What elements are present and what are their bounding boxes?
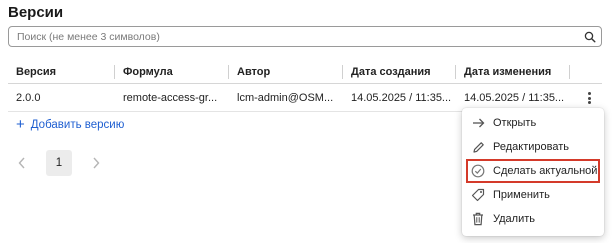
column-header-version[interactable]: Версия [8, 60, 56, 84]
column-divider[interactable] [569, 65, 570, 79]
menu-item-make-current-label: Сделать актуальной [493, 165, 598, 177]
pencil-icon [471, 140, 485, 154]
pagination: 1 [10, 150, 108, 176]
tag-icon [471, 188, 485, 202]
check-circle-icon [471, 164, 485, 178]
menu-item-apply-label: Применить [493, 189, 550, 201]
add-version-button[interactable]: + Добавить версию [16, 117, 124, 132]
trash-icon [471, 212, 485, 226]
cell-author: lcm-admin@OSM... [237, 92, 334, 104]
menu-item-delete[interactable]: Удалить [462, 207, 604, 231]
chevron-left-icon[interactable] [10, 150, 34, 176]
row-context-menu: Открыть Редактировать Сделать актуальной… [462, 108, 604, 236]
column-header-created[interactable]: Дата создания [343, 60, 431, 84]
search-icon[interactable] [579, 27, 601, 46]
menu-item-apply[interactable]: Применить [462, 183, 604, 207]
cell-version: 2.0.0 [16, 92, 41, 104]
page-title: Версии [8, 4, 64, 21]
arrow-right-icon [471, 116, 485, 130]
page-number-current[interactable]: 1 [46, 150, 72, 176]
cell-created: 14.05.2025 / 11:35... [351, 92, 452, 104]
menu-item-edit-label: Редактировать [493, 141, 569, 153]
cell-formula: remote-access-gr... [123, 92, 218, 104]
column-header-formula[interactable]: Формула [115, 60, 173, 84]
row-actions-kebab-icon[interactable] [582, 91, 596, 105]
menu-item-open-label: Открыть [493, 117, 537, 129]
table-header: Версия Формула Автор Дата создания Дата … [8, 60, 602, 84]
chevron-right-icon[interactable] [84, 150, 108, 176]
search-input[interactable] [9, 27, 579, 46]
menu-item-make-current[interactable]: Сделать актуальной [466, 159, 600, 183]
column-header-modified[interactable]: Дата изменения [456, 60, 551, 84]
versions-table: Версия Формула Автор Дата создания Дата … [8, 60, 602, 112]
column-header-author[interactable]: Автор [229, 60, 270, 84]
menu-item-edit[interactable]: Редактировать [462, 135, 604, 159]
plus-icon: + [16, 116, 25, 133]
add-version-label: Добавить версию [30, 118, 125, 131]
menu-item-open[interactable]: Открыть [462, 111, 604, 135]
search-box[interactable] [8, 26, 602, 47]
menu-item-delete-label: Удалить [493, 213, 535, 225]
